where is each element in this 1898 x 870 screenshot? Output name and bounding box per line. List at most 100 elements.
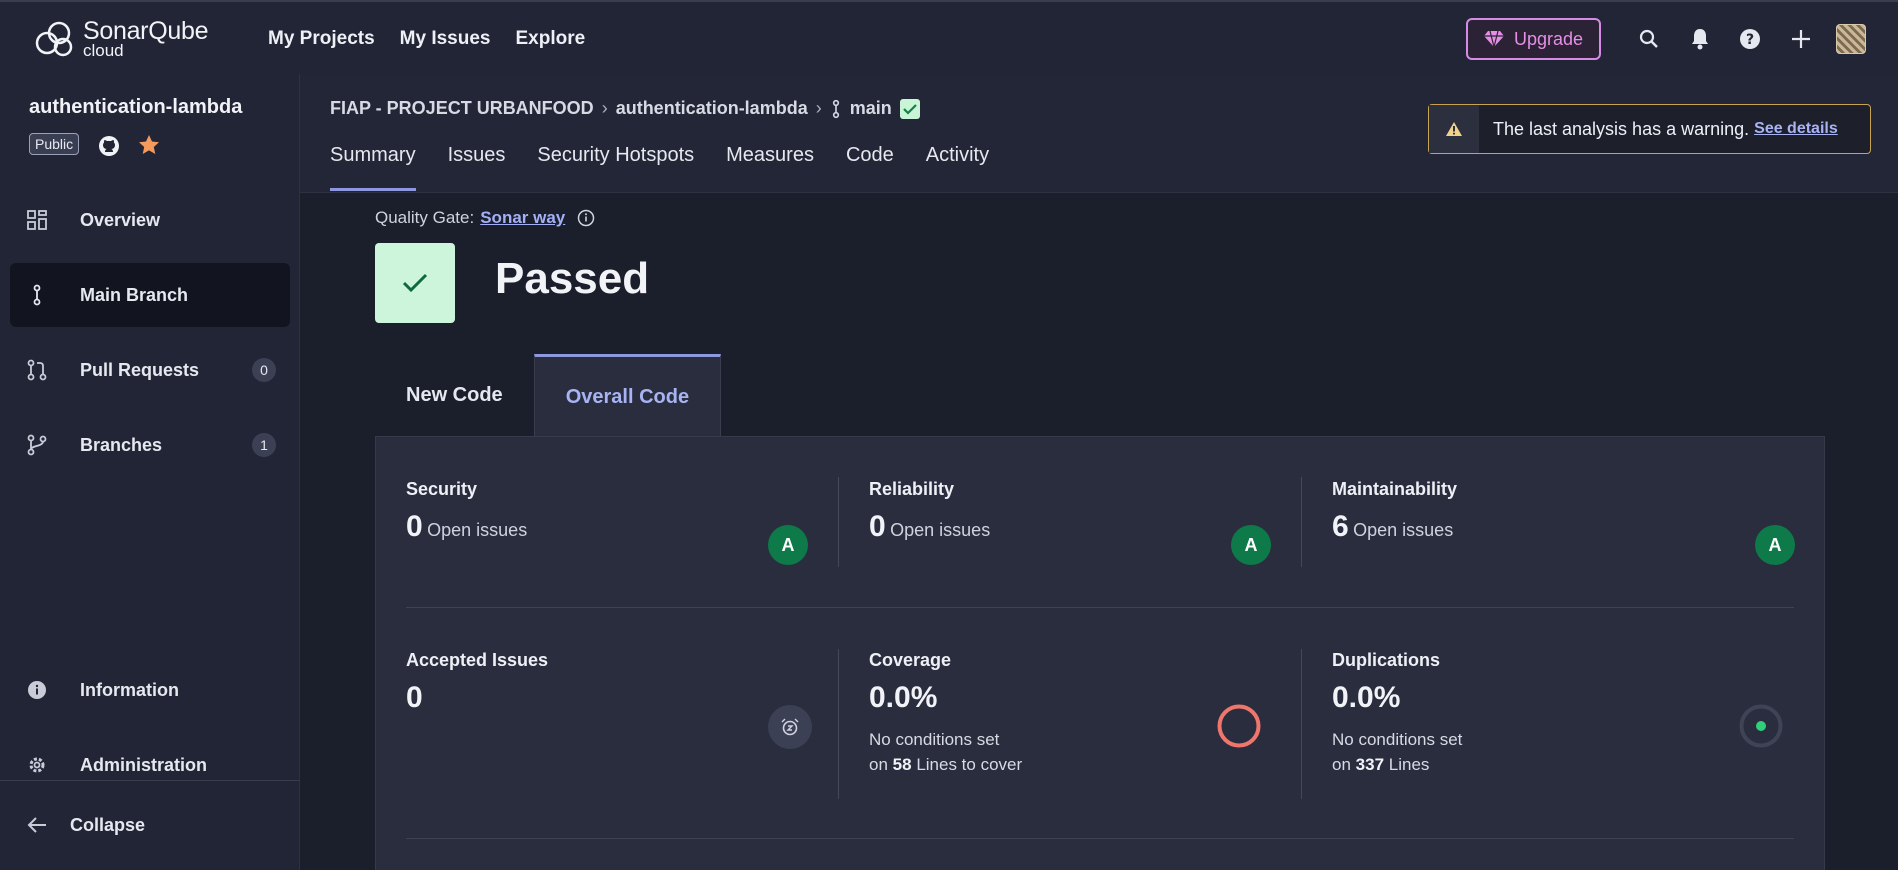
tab-measures[interactable]: Measures [726, 144, 814, 191]
accepted-issues-metric: Accepted Issues 0 [406, 650, 548, 715]
sidebar-item-overview[interactable]: Overview [10, 188, 290, 252]
metric-title: Reliability [869, 479, 955, 499]
maintainability-value[interactable]: 6 [1332, 510, 1349, 543]
nav-my-issues[interactable]: My Issues [400, 28, 491, 50]
search-icon[interactable] [1637, 27, 1661, 51]
sidebar-item-label: Overview [80, 209, 161, 230]
coverage-note: No conditions set [869, 730, 1000, 749]
coverage-on: on [869, 755, 888, 774]
branch-status-check-icon [899, 98, 920, 119]
divider [838, 649, 839, 799]
tab-activity[interactable]: Activity [926, 144, 989, 191]
lines-to-cover-count[interactable]: 58 [893, 755, 912, 774]
breadcrumb: FIAP - PROJECT URBANFOOD › authenticatio… [330, 98, 920, 119]
sidebar-item-administration[interactable]: Administration [10, 733, 290, 797]
grid-icon [26, 209, 48, 231]
svg-text:?: ? [1746, 32, 1754, 48]
help-icon[interactable]: ? [1738, 27, 1762, 51]
alarm-clock-icon [768, 705, 812, 749]
coverage-tail: Lines to cover [916, 755, 1023, 774]
top-bar: SonarQube cloud My Projects My Issues Ex… [0, 0, 1898, 74]
divider [838, 477, 839, 567]
gear-icon [26, 754, 48, 776]
star-icon[interactable] [138, 134, 160, 161]
project-sidebar: authentication-lambda Public Overview Ma… [0, 74, 300, 870]
metric-title: Security [406, 479, 478, 499]
metric-unit: Open issues [890, 520, 991, 540]
security-metric: Security 0 Open issues [406, 479, 527, 544]
sidebar-divider [0, 780, 300, 781]
coverage-value[interactable]: 0.0% [869, 681, 1022, 715]
upgrade-button[interactable]: Upgrade [1466, 18, 1601, 60]
sidebar-item-label: Main Branch [80, 284, 189, 305]
reliability-metric: Reliability 0 Open issues [869, 479, 990, 544]
sidebar-item-pull-requests[interactable]: Pull Requests 0 [10, 338, 290, 402]
quality-gate-label: Quality Gate: [375, 208, 475, 227]
sidebar-item-main-branch[interactable]: Main Branch [10, 263, 290, 327]
row-divider [406, 607, 1794, 608]
count-badge: 0 [252, 358, 276, 382]
tab-new-code[interactable]: New Code [375, 354, 534, 436]
tab-summary[interactable]: Summary [330, 144, 416, 191]
metrics-panel: Security 0 Open issues A Reliability 0 O… [375, 436, 1825, 870]
breadcrumb-project[interactable]: authentication-lambda [616, 98, 808, 119]
breadcrumb-branch[interactable]: main [850, 98, 892, 119]
quality-gate-line: Quality Gate: Sonar way [375, 208, 595, 228]
quality-gate-status: Passed [495, 254, 650, 303]
maintainability-grade-badge[interactable]: A [1755, 525, 1795, 565]
info-icon [26, 679, 48, 701]
accepted-issues-value[interactable]: 0 [406, 681, 548, 715]
code-period-tabs: New Code Overall Code [375, 354, 722, 438]
quality-gate-passed-icon [375, 243, 455, 323]
chevron-right-icon: › [815, 98, 822, 118]
collapse-button[interactable]: Collapse [10, 793, 290, 857]
github-icon[interactable] [98, 135, 120, 162]
security-grade-badge[interactable]: A [768, 525, 808, 565]
project-header: FIAP - PROJECT URBANFOOD › authenticatio… [300, 74, 1898, 193]
reliability-grade-badge[interactable]: A [1231, 525, 1271, 565]
plus-icon[interactable] [1789, 27, 1813, 51]
sonarqube-logo[interactable]: SonarQube cloud [33, 19, 208, 59]
maintainability-metric: Maintainability 6 Open issues [1332, 479, 1457, 544]
warning-icon [1429, 105, 1479, 153]
metric-title: Maintainability [1332, 479, 1458, 499]
sidebar-item-label: Pull Requests [80, 359, 200, 380]
metric-unit: Open issues [427, 520, 528, 540]
pull-request-icon [26, 359, 48, 381]
analysis-warning-banner: The last analysis has a warning. See det… [1428, 104, 1871, 154]
bell-icon[interactable] [1688, 27, 1712, 51]
metric-title: Duplications [1332, 650, 1441, 670]
coverage-metric: Coverage 0.0% No conditions set on 58 Li… [869, 650, 1022, 777]
duplications-on: on [1332, 755, 1351, 774]
coverage-ring-icon [1216, 703, 1262, 754]
quality-gate-link[interactable]: Sonar way [480, 208, 565, 228]
sidebar-item-branches[interactable]: Branches 1 [10, 413, 290, 477]
branches-icon [26, 434, 48, 456]
see-details-link[interactable]: See details [1754, 120, 1838, 138]
duplicated-lines-count[interactable]: 337 [1356, 755, 1384, 774]
diamond-icon [1483, 30, 1504, 48]
sidebar-item-label: Branches [80, 434, 163, 455]
divider [1301, 649, 1302, 799]
reliability-value[interactable]: 0 [869, 510, 886, 543]
count-badge: 1 [252, 433, 276, 457]
nav-explore[interactable]: Explore [515, 28, 585, 50]
top-navigation: My Projects My Issues Explore [268, 28, 585, 50]
warning-text: The last analysis has a warning. [1493, 118, 1750, 139]
breadcrumb-org[interactable]: FIAP - PROJECT URBANFOOD [330, 98, 594, 119]
tab-issues[interactable]: Issues [448, 144, 506, 191]
info-icon[interactable] [577, 209, 595, 227]
tab-overall-code[interactable]: Overall Code [533, 354, 722, 438]
project-tabs: Summary Issues Security Hotspots Measure… [330, 144, 989, 191]
nav-my-projects[interactable]: My Projects [268, 28, 375, 50]
security-value[interactable]: 0 [406, 510, 423, 543]
cloud-logo-icon [35, 21, 73, 57]
tab-code[interactable]: Code [846, 144, 894, 191]
chevron-right-icon: › [601, 98, 608, 118]
project-name[interactable]: authentication-lambda [29, 96, 242, 119]
duplications-value[interactable]: 0.0% [1332, 681, 1462, 715]
sidebar-item-information[interactable]: Information [10, 658, 290, 722]
branch-icon [26, 284, 48, 306]
tab-security-hotspots[interactable]: Security Hotspots [537, 144, 694, 191]
avatar[interactable] [1836, 24, 1866, 54]
